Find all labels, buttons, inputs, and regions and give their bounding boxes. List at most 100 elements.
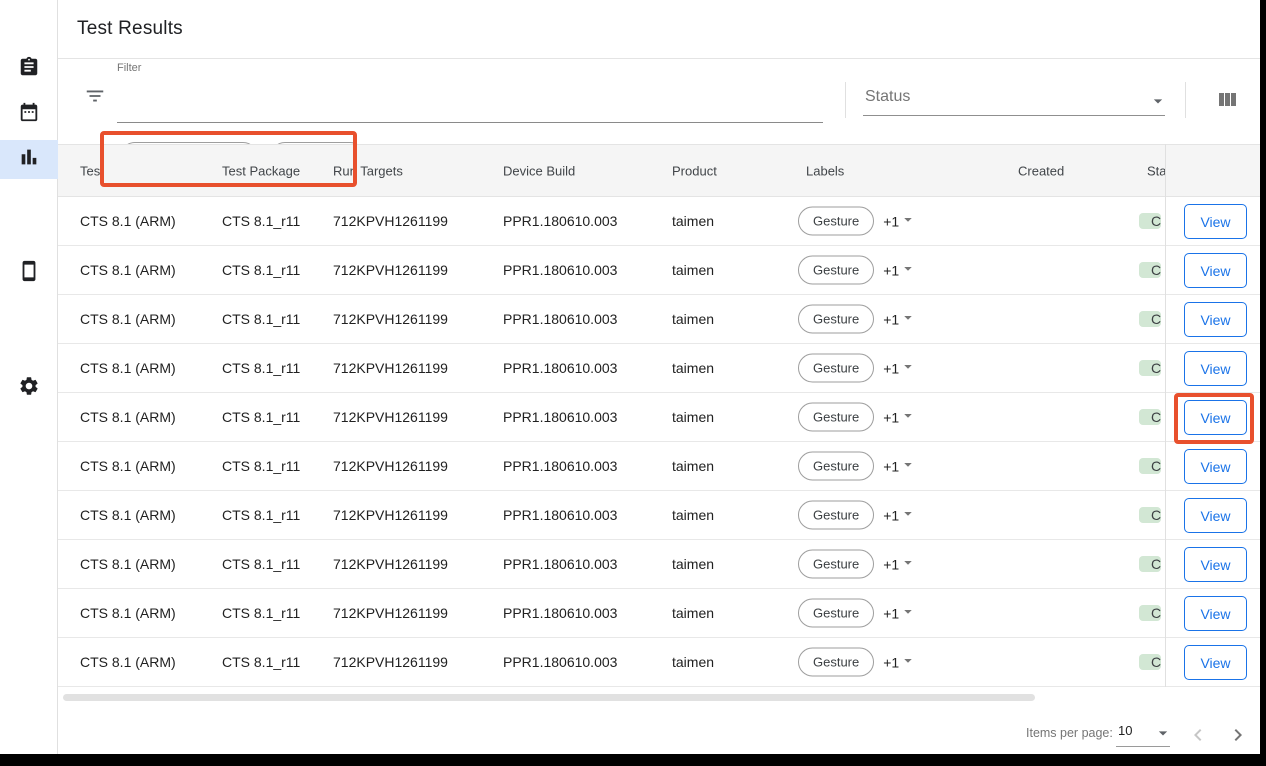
view-button[interactable]: View — [1184, 645, 1247, 680]
sidebar — [0, 0, 58, 754]
cell-test: CTS 8.1 (ARM) — [80, 605, 176, 621]
table-row: CTS 8.1 (ARM) CTS 8.1_r11 712KPVH1261199… — [58, 197, 1260, 246]
table-row: CTS 8.1 (ARM) CTS 8.1_r11 712KPVH1261199… — [58, 246, 1260, 295]
label-chip: Gesture — [798, 550, 874, 579]
cell-test-package: CTS 8.1_r11 — [222, 213, 300, 229]
smartphone-icon — [18, 260, 40, 287]
chevron-down-icon — [1148, 91, 1168, 111]
view-button[interactable]: View — [1184, 449, 1247, 484]
filter-list-icon[interactable] — [84, 85, 108, 109]
sidebar-item-plans[interactable] — [0, 94, 58, 134]
more-labels-count: +1 — [883, 311, 899, 327]
bar-chart-icon — [18, 146, 40, 173]
chevron-down-icon — [899, 358, 917, 379]
label-chip: Gesture — [798, 403, 874, 432]
status-badge: C — [1139, 556, 1161, 572]
cell-device-build: PPR1.180610.003 — [503, 458, 617, 474]
cell-labels: Gesture +1 — [798, 648, 917, 677]
cell-run-targets: 712KPVH1261199 — [333, 507, 448, 523]
cell-device-build: PPR1.180610.003 — [503, 556, 617, 572]
view-columns-icon[interactable] — [1215, 88, 1239, 112]
cell-status-clip: C — [1139, 203, 1165, 240]
status-badge: C — [1139, 654, 1161, 670]
column-header-labels: Labels — [806, 163, 844, 178]
cell-run-targets: 712KPVH1261199 — [333, 605, 448, 621]
sidebar-item-settings[interactable] — [0, 368, 58, 408]
cell-labels: Gesture +1 — [798, 501, 917, 530]
cell-run-targets: 712KPVH1261199 — [333, 556, 448, 572]
cell-labels: Gesture +1 — [798, 256, 917, 285]
more-labels-dropdown[interactable]: +1 — [883, 505, 917, 526]
more-labels-dropdown[interactable]: +1 — [883, 211, 917, 232]
cell-run-targets: 712KPVH1261199 — [333, 213, 448, 229]
table-row: CTS 8.1 (ARM) CTS 8.1_r11 712KPVH1261199… — [58, 491, 1260, 540]
sidebar-item-results[interactable] — [0, 140, 58, 179]
cell-status-clip: C — [1139, 595, 1165, 632]
label-chip: Gesture — [798, 599, 874, 628]
view-button[interactable]: View — [1184, 596, 1247, 631]
view-button[interactable]: View — [1184, 351, 1247, 386]
table-row: CTS 8.1 (ARM) CTS 8.1_r11 712KPVH1261199… — [58, 344, 1260, 393]
sidebar-item-devices[interactable] — [0, 253, 58, 293]
sticky-column-border — [1165, 144, 1166, 687]
more-labels-dropdown[interactable]: +1 — [883, 407, 917, 428]
page-title: Test Results — [77, 18, 183, 40]
cell-labels: Gesture +1 — [798, 452, 917, 481]
cell-test-package: CTS 8.1_r11 — [222, 458, 300, 474]
chevron-down-icon — [1153, 723, 1173, 743]
horizontal-scrollbar[interactable] — [63, 694, 1035, 701]
chevron-down-icon — [899, 407, 917, 428]
more-labels-dropdown[interactable]: +1 — [883, 456, 917, 477]
chevron-down-icon — [899, 652, 917, 673]
cell-status-clip: C — [1139, 448, 1165, 485]
label-chip: Gesture — [798, 501, 874, 530]
more-labels-dropdown[interactable]: +1 — [883, 652, 917, 673]
cell-device-build: PPR1.180610.003 — [503, 409, 617, 425]
page-size-underline — [1116, 746, 1170, 747]
cell-test-package: CTS 8.1_r11 — [222, 556, 300, 572]
cell-device-build: PPR1.180610.003 — [503, 311, 617, 327]
cell-status-clip: C — [1139, 252, 1165, 289]
column-header-status-clip: Status — [1147, 145, 1165, 196]
cell-product: taimen — [672, 556, 714, 572]
more-labels-dropdown[interactable]: +1 — [883, 260, 917, 281]
status-badge: C — [1139, 213, 1161, 229]
cell-status-clip: C — [1139, 399, 1165, 436]
cell-test-package: CTS 8.1_r11 — [222, 605, 300, 621]
cell-run-targets: 712KPVH1261199 — [333, 360, 448, 376]
view-button[interactable]: View — [1184, 400, 1247, 435]
view-button[interactable]: View — [1184, 302, 1247, 337]
cell-test-package: CTS 8.1_r11 — [222, 360, 300, 376]
cell-labels: Gesture +1 — [798, 599, 917, 628]
cell-test: CTS 8.1 (ARM) — [80, 262, 176, 278]
status-select[interactable]: Status — [863, 85, 1165, 117]
chevron-down-icon — [899, 211, 917, 232]
cell-labels: Gesture +1 — [798, 403, 917, 432]
column-header-device-build: Device Build — [503, 163, 575, 178]
view-button[interactable]: View — [1184, 204, 1247, 239]
more-labels-dropdown[interactable]: +1 — [883, 309, 917, 330]
more-labels-count: +1 — [883, 654, 899, 670]
more-labels-dropdown[interactable]: +1 — [883, 358, 917, 379]
sidebar-item-tests[interactable] — [0, 49, 58, 89]
column-header-run-targets: Run Targets — [333, 163, 403, 178]
cell-test: CTS 8.1 (ARM) — [80, 556, 176, 572]
status-select-underline — [863, 115, 1165, 116]
cell-device-build: PPR1.180610.003 — [503, 654, 617, 670]
page-size-value: 10 — [1118, 723, 1132, 738]
more-labels-dropdown[interactable]: +1 — [883, 603, 917, 624]
chevron-down-icon — [899, 309, 917, 330]
chevron-down-icon — [899, 260, 917, 281]
toolbar-divider — [1185, 82, 1186, 118]
next-page-icon[interactable] — [1226, 723, 1250, 747]
more-labels-dropdown[interactable]: +1 — [883, 554, 917, 575]
table-header-row: Test Test Package Run Targets Device Bui… — [58, 144, 1260, 197]
cell-product: taimen — [672, 507, 714, 523]
cell-product: taimen — [672, 311, 714, 327]
table-row: CTS 8.1 (ARM) CTS 8.1_r11 712KPVH1261199… — [58, 442, 1260, 491]
view-button[interactable]: View — [1184, 498, 1247, 533]
view-button[interactable]: View — [1184, 253, 1247, 288]
status-badge: C — [1139, 409, 1161, 425]
view-button[interactable]: View — [1184, 547, 1247, 582]
cell-test-package: CTS 8.1_r11 — [222, 507, 300, 523]
